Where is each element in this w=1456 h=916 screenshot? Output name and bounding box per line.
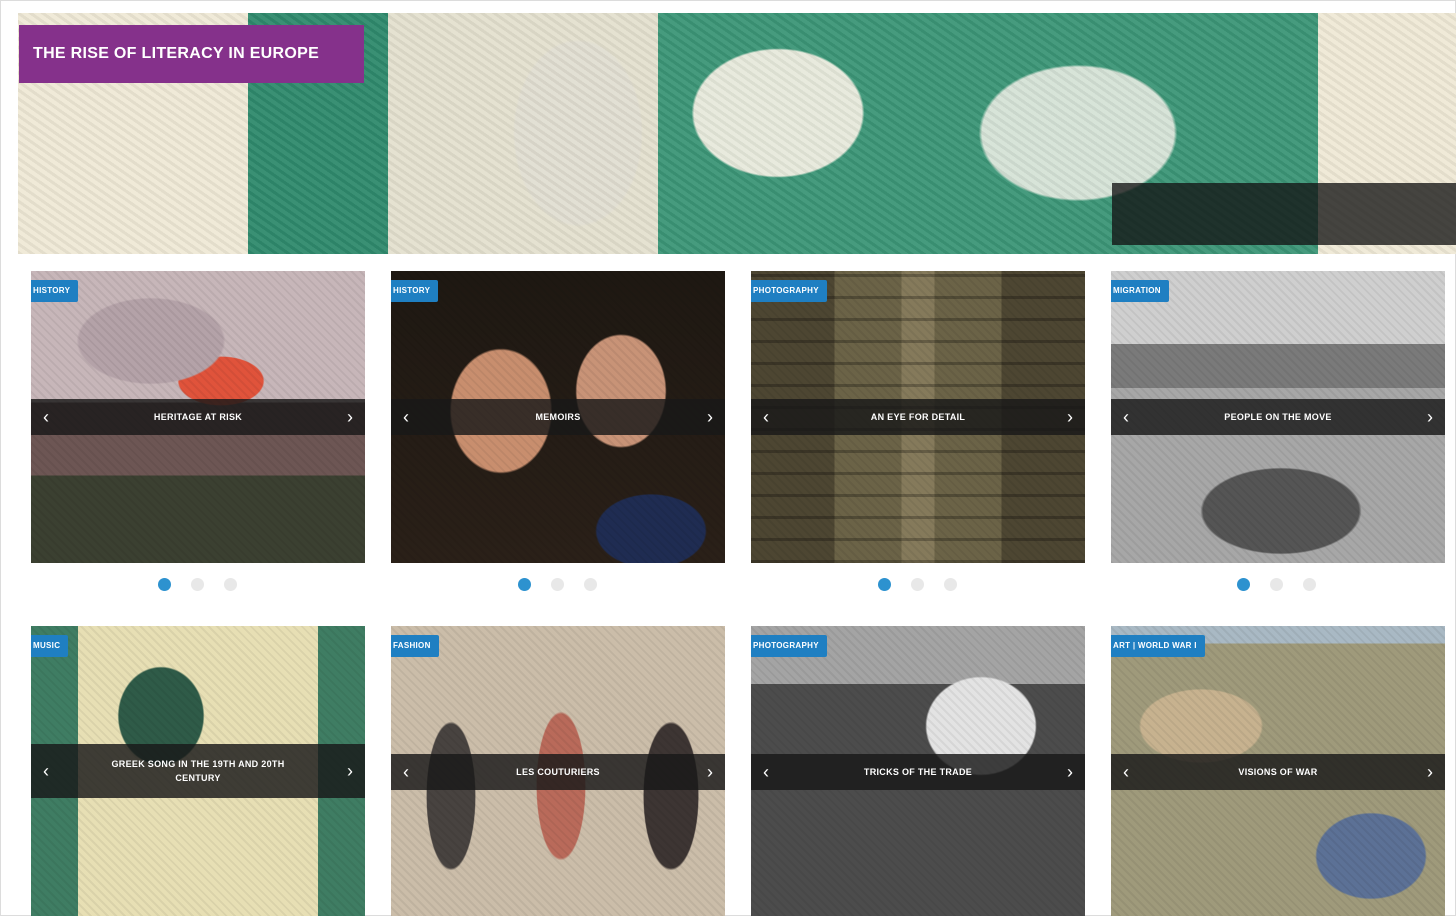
gallery-card-people-on-the-move[interactable]: MIGRATION ‹ PEOPLE ON THE MOVE ›: [1111, 271, 1445, 563]
card-title-bar: ‹ GREEK SONG IN THE 19TH AND 20TH CENTUR…: [31, 744, 365, 798]
card-title-bar: ‹ TRICKS OF THE TRADE ›: [751, 754, 1085, 790]
chevron-right-icon[interactable]: ›: [703, 407, 717, 428]
carousel-dots: [518, 578, 597, 591]
carousel-dots: [878, 578, 957, 591]
hero-image-caption: [1112, 183, 1456, 245]
chevron-left-icon[interactable]: ‹: [1119, 762, 1133, 783]
card-title[interactable]: MEMOIRS: [413, 410, 703, 424]
carousel-dot[interactable]: [584, 578, 597, 591]
carousel-dot[interactable]: [878, 578, 891, 591]
gallery-card-tricks-of-the-trade[interactable]: PHOTOGRAPHY ‹ TRICKS OF THE TRADE ›: [751, 626, 1085, 916]
chevron-right-icon[interactable]: ›: [343, 407, 357, 428]
carousel-dot[interactable]: [224, 578, 237, 591]
category-badge[interactable]: HISTORY: [391, 280, 439, 302]
card-title-bar: ‹ LES COUTURIERS ›: [391, 754, 725, 790]
carousel-dot[interactable]: [944, 578, 957, 591]
card-title[interactable]: GREEK SONG IN THE 19TH AND 20TH CENTURY: [53, 757, 343, 785]
category-badge[interactable]: HISTORY: [31, 280, 79, 302]
card-title-bar: ‹ AN EYE FOR DETAIL ›: [751, 399, 1085, 435]
category-badge[interactable]: PHOTOGRAPHY: [751, 635, 827, 657]
card-title[interactable]: TRICKS OF THE TRADE: [773, 765, 1063, 779]
chevron-right-icon[interactable]: ›: [1063, 407, 1077, 428]
card-title[interactable]: LES COUTURIERS: [413, 765, 703, 779]
gallery-card-les-couturiers[interactable]: FASHION ‹ LES COUTURIERS ›: [391, 626, 725, 916]
chevron-left-icon[interactable]: ‹: [759, 762, 773, 783]
card-title[interactable]: AN EYE FOR DETAIL: [773, 410, 1063, 424]
card-title[interactable]: PEOPLE ON THE MOVE: [1133, 410, 1423, 424]
carousel-dot[interactable]: [1270, 578, 1283, 591]
chevron-left-icon[interactable]: ‹: [39, 407, 53, 428]
carousel-dot[interactable]: [1303, 578, 1316, 591]
chevron-left-icon[interactable]: ‹: [39, 761, 53, 782]
card-title-bar: ‹ PEOPLE ON THE MOVE ›: [1111, 399, 1445, 435]
chevron-left-icon[interactable]: ‹: [759, 407, 773, 428]
chevron-right-icon[interactable]: ›: [1423, 762, 1437, 783]
category-badge[interactable]: PHOTOGRAPHY: [751, 280, 827, 302]
card-title[interactable]: VISIONS OF WAR: [1133, 765, 1423, 779]
chevron-left-icon[interactable]: ‹: [399, 762, 413, 783]
carousel-dot[interactable]: [158, 578, 171, 591]
chevron-right-icon[interactable]: ›: [1423, 407, 1437, 428]
carousel-dot[interactable]: [1237, 578, 1250, 591]
chevron-left-icon[interactable]: ‹: [1119, 407, 1133, 428]
category-badge[interactable]: FASHION: [391, 635, 439, 657]
page: THE RISE OF LITERACY IN EUROPE HISTORY ‹…: [0, 0, 1456, 916]
gallery-card-visions-of-war[interactable]: ART | WORLD WAR I ‹ VISIONS OF WAR ›: [1111, 626, 1445, 916]
chevron-right-icon[interactable]: ›: [703, 762, 717, 783]
gallery-card-memoirs[interactable]: HISTORY ‹ MEMOIRS ›: [391, 271, 725, 563]
category-badge[interactable]: MUSIC: [31, 635, 69, 657]
hero-title[interactable]: THE RISE OF LITERACY IN EUROPE: [19, 25, 364, 83]
category-badge[interactable]: ART | WORLD WAR I: [1111, 635, 1205, 657]
carousel-dot[interactable]: [191, 578, 204, 591]
gallery-card-heritage-at-risk[interactable]: HISTORY ‹ HERITAGE AT RISK ›: [31, 271, 365, 563]
carousel-dot[interactable]: [911, 578, 924, 591]
carousel-dots: [1237, 578, 1316, 591]
chevron-right-icon[interactable]: ›: [343, 761, 357, 782]
card-title[interactable]: HERITAGE AT RISK: [53, 410, 343, 424]
chevron-left-icon[interactable]: ‹: [399, 407, 413, 428]
card-title-bar: ‹ VISIONS OF WAR ›: [1111, 754, 1445, 790]
card-title-bar: ‹ HERITAGE AT RISK ›: [31, 399, 365, 435]
gallery-card-an-eye-for-detail[interactable]: PHOTOGRAPHY ‹ AN EYE FOR DETAIL ›: [751, 271, 1085, 563]
gallery-card-greek-song[interactable]: MUSIC ‹ GREEK SONG IN THE 19TH AND 20TH …: [31, 626, 365, 916]
chevron-right-icon[interactable]: ›: [1063, 762, 1077, 783]
card-title-bar: ‹ MEMOIRS ›: [391, 399, 725, 435]
carousel-dots: [158, 578, 237, 591]
hero-banner[interactable]: THE RISE OF LITERACY IN EUROPE: [18, 13, 1456, 254]
carousel-dot[interactable]: [518, 578, 531, 591]
carousel-dot[interactable]: [551, 578, 564, 591]
category-badge[interactable]: MIGRATION: [1111, 280, 1169, 302]
